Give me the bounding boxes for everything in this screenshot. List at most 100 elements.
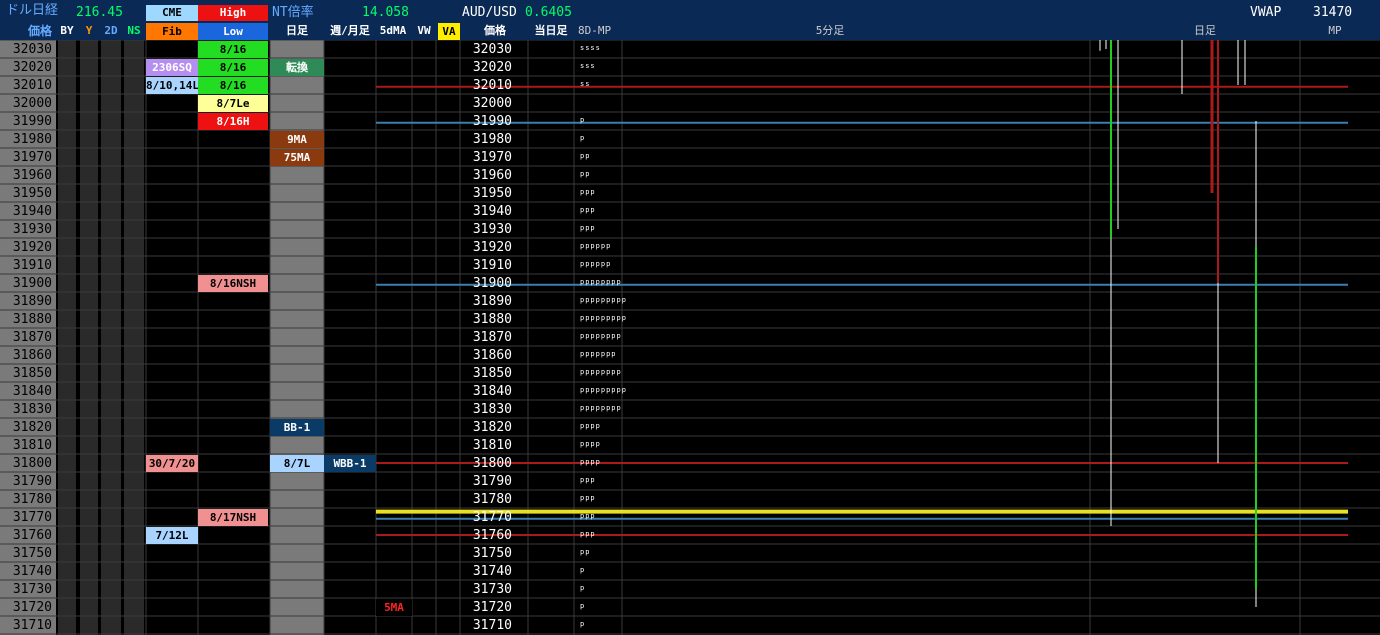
price-grid: 32030 32030 32020 32020 32010 32010 32000 32000…: [0, 40, 1380, 635]
level-label-fib: 8/10,14L: [146, 77, 198, 94]
sub-ns: NS: [127, 24, 141, 37]
vwap-label: VWAP: [1250, 5, 1282, 20]
level-label-weekly: WBB-1: [324, 455, 376, 472]
tpo-letters: ppp: [580, 512, 596, 520]
price-label-left: 31780: [12, 492, 52, 507]
price-label-right: 31760: [472, 528, 512, 543]
price-label-left: 31880: [12, 312, 52, 327]
level-label-fib: 7/12L: [146, 527, 198, 544]
tpo-letters: pppppppp: [580, 368, 622, 376]
vwap-value: 31470: [1313, 5, 1353, 20]
daily-header: 日足: [286, 24, 308, 37]
tpo-letters: ppp: [580, 188, 596, 196]
header-bar: ドル日経 216.45 CME High NT倍率 14.058 AUD/USD…: [0, 0, 1380, 40]
tpo-letters: ss: [580, 80, 591, 88]
price-label-left: 32000: [12, 96, 52, 111]
level-label-daily: 転換: [270, 59, 324, 76]
tpo-letters: ppp: [580, 530, 596, 538]
price-label-left: 31800: [12, 456, 52, 471]
mp-header: 8D-MP: [578, 24, 612, 37]
price-label-right: 31790: [472, 474, 512, 489]
price-label-right: 32020: [472, 60, 512, 75]
tpo-letters: ppp: [580, 494, 596, 502]
fib-header: Fib: [146, 23, 198, 40]
price-label-right: 31810: [472, 438, 512, 453]
va-header: VA: [438, 23, 460, 40]
price-label-right: 31800: [472, 456, 512, 471]
weekly-header: 週/月足: [330, 24, 370, 37]
mp2-header: MP: [1328, 24, 1342, 37]
price-label-right: 32030: [472, 42, 512, 57]
low-header: Low: [198, 23, 268, 40]
cme-label: CME: [146, 5, 198, 21]
high-label: High: [198, 5, 268, 21]
sub-column-bg: [80, 40, 98, 635]
tpo-letters: pp: [580, 170, 591, 178]
price-label-right: 31870: [472, 330, 512, 345]
price-label-left: 31980: [12, 132, 52, 147]
price-label-left: 31730: [12, 582, 52, 597]
tpo-letters: ppp: [580, 206, 596, 214]
price-label-left: 31770: [12, 510, 52, 525]
level-label-daily: 75MA: [270, 149, 324, 166]
price-label-right: 31720: [472, 600, 512, 615]
price-label-left: 31720: [12, 600, 52, 615]
price-label-left: 31940: [12, 204, 52, 219]
price-label-left: 31740: [12, 564, 52, 579]
price-label-left: 31840: [12, 384, 52, 399]
price-label-right: 31890: [472, 294, 512, 309]
price-label-left: 31920: [12, 240, 52, 255]
tpo-letters: ppppppp: [580, 350, 617, 358]
price-label-left: 31910: [12, 258, 52, 273]
tpo-letters: ppppppppp: [580, 314, 627, 322]
sub-column-bg: [101, 40, 121, 635]
level-label-hl: 8/16H: [198, 113, 268, 130]
price-label-left: 31870: [12, 330, 52, 345]
tpo-letters: sss: [580, 62, 596, 70]
price-label-right: 31780: [472, 492, 512, 507]
price-label-right: 31730: [472, 582, 512, 597]
tpo-letters: p: [580, 134, 586, 142]
price-label-left: 31930: [12, 222, 52, 237]
tpo-letters: ppppppppp: [580, 296, 627, 304]
price-header-2: 価格: [484, 24, 506, 37]
level-label-hl: 8/7Le: [198, 95, 268, 112]
price-label-right: 31900: [472, 276, 512, 291]
price-label-right: 31880: [472, 312, 512, 327]
price-label-left: 31970: [12, 150, 52, 165]
price-label-right: 31710: [472, 618, 512, 633]
price-label-left: 31820: [12, 420, 52, 435]
aud-value: 0.6405: [525, 5, 572, 20]
tpo-letters: pppppppp: [580, 404, 622, 412]
price-label-right: 31770: [472, 510, 512, 525]
price-label-left: 31900: [12, 276, 52, 291]
level-label-hl: 8/16: [198, 77, 268, 94]
daily-column-bg: [270, 40, 324, 635]
price-label-left: 31860: [12, 348, 52, 363]
tpo-letters: ssss: [580, 44, 601, 52]
sub-2d: 2D: [104, 24, 118, 37]
price-label-left: 32010: [12, 78, 52, 93]
tpo-letters: pppp: [580, 422, 601, 430]
level-label-hl: 8/16NSH: [198, 275, 268, 292]
nt-label: NT倍率: [272, 5, 314, 20]
price-label-right: 31920: [472, 240, 512, 255]
price-label-right: 31820: [472, 420, 512, 435]
price-label-right: 31740: [472, 564, 512, 579]
price-label-right: 31950: [472, 186, 512, 201]
price-label-left: 31830: [12, 402, 52, 417]
price-label-left: 31960: [12, 168, 52, 183]
title-label: ドル日経: [6, 3, 59, 18]
price-label-left: 32020: [12, 60, 52, 75]
price-label-left: 31990: [12, 114, 52, 129]
tpo-letters: p: [580, 584, 586, 592]
level-label-ma5: 5MA: [376, 599, 412, 616]
daily2-header: 日足: [1194, 24, 1216, 37]
price-label-right: 32010: [472, 78, 512, 93]
price-label-right: 31940: [472, 204, 512, 219]
price-label-right: 31930: [472, 222, 512, 237]
price-label-right: 32000: [472, 96, 512, 111]
price-label-right: 31860: [472, 348, 512, 363]
sub-column-bg: [58, 40, 76, 635]
price-label-left: 31710: [12, 618, 52, 633]
